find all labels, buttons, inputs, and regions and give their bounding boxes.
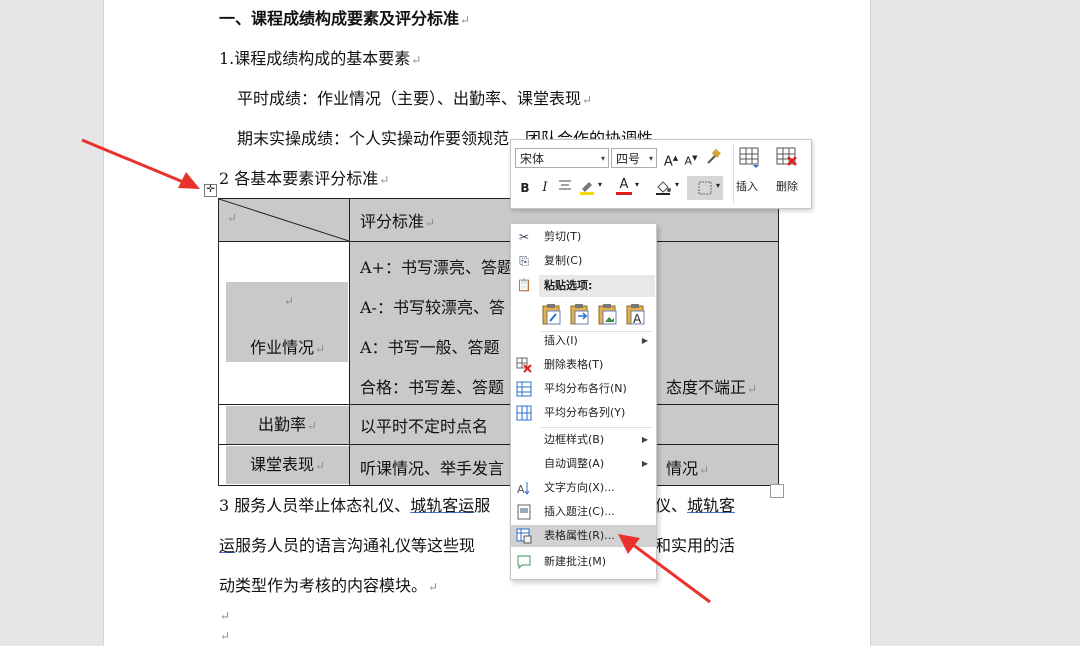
scissors-icon: ✂: [518, 230, 530, 244]
homework-para-mark: ↵: [284, 294, 295, 308]
paste-merge-format-icon[interactable]: [569, 302, 591, 326]
shrink-font-icon[interactable]: A▼: [681, 148, 701, 168]
center-align-icon[interactable]: [555, 178, 575, 198]
menu-item-autofit[interactable]: 自动调整(A) ▶: [511, 453, 656, 475]
menu-item-border-styles[interactable]: 边框样式(B) ▶: [511, 429, 656, 451]
svg-text:A: A: [517, 483, 525, 496]
section1-title: 1.课程成绩构成的基本要素↵: [219, 49, 422, 68]
clipboard-icon: 📋: [516, 278, 532, 292]
attendance-label-cell[interactable]: 出勤率↵: [218, 404, 350, 445]
homework-row-4-tail: 态度不端正↵: [666, 378, 758, 397]
highlight-color-icon[interactable]: [577, 178, 597, 198]
menu-item-insert-caption[interactable]: 插入题注(C)...: [511, 501, 656, 523]
homework-row-1: A+：书写漂亮、答题: [360, 258, 513, 277]
paste-text-only-icon[interactable]: A: [625, 302, 647, 326]
table-resize-handle[interactable]: [770, 484, 784, 498]
empty-para-1: ↵: [220, 609, 231, 623]
paste-picture-icon[interactable]: [597, 302, 619, 326]
font-color-dropdown-icon[interactable]: ▾: [635, 180, 639, 189]
doc-heading: 一、课程成绩构成要素及评分标准↵: [219, 9, 471, 28]
highlight-dropdown-icon[interactable]: ▾: [598, 180, 602, 189]
section1-line1: 平时成绩：作业情况（主要）、出勤率、课堂表现↵: [237, 89, 593, 108]
homework-row-3: A：书写一般、答题: [360, 338, 500, 357]
copy-icon: ⎘: [519, 254, 529, 268]
context-menu: ✂ 剪切(T) ⎘ 复制(C) 📋 粘贴选项: A 插入(I) ▶ 删除表格(T) 平…: [510, 223, 657, 580]
empty-para-2: ↵: [220, 629, 231, 643]
para3-line1-end: 仪、城轨客: [655, 496, 736, 515]
paste-options-header: 粘贴选项:: [539, 275, 655, 297]
format-painter-icon[interactable]: [703, 148, 723, 168]
homework-label: 作业情况↵: [250, 338, 326, 357]
para3-line1: 3 服务人员举止体态礼仪、城轨客运服: [219, 496, 491, 515]
homework-row-4: 合格：书写差、答题: [360, 378, 505, 397]
text-direction-icon: A: [516, 480, 532, 496]
para3-line2: 运服务人员的语言沟通礼仪等这些现: [219, 536, 476, 555]
svg-text:A: A: [633, 312, 642, 326]
cell-para-mark: ↵: [227, 211, 238, 225]
comment-icon: [516, 554, 532, 570]
font-size-dropdown[interactable]: 四号 ▾: [611, 148, 657, 168]
menu-item-cut[interactable]: ✂ 剪切(T): [511, 226, 656, 248]
grow-font-icon[interactable]: A▲: [661, 148, 681, 169]
menu-item-new-comment[interactable]: 新建批注(M): [511, 551, 656, 573]
menu-item-distribute-rows[interactable]: 平均分布各行(N): [511, 378, 656, 400]
distribute-rows-icon: [516, 381, 532, 397]
font-name-dropdown[interactable]: 宋体 ▾: [515, 148, 609, 168]
diagonal-line: [219, 199, 349, 241]
insert-label[interactable]: 插入: [733, 178, 761, 194]
shading-dropdown-icon[interactable]: ▾: [675, 180, 679, 189]
borders-icon[interactable]: ▾: [687, 176, 723, 200]
menu-item-insert[interactable]: 插入(I) ▶: [511, 330, 656, 352]
score-table[interactable]: ↵ 评分标准↵ ↵ 作业情况↵ A+：书写漂亮、答题 A-：书写较漂亮、答 A：…: [218, 198, 779, 486]
delete-table-icon[interactable]: [773, 145, 803, 171]
caption-icon: [516, 504, 532, 520]
homework-row-2: A-：书写较漂亮、答: [360, 298, 505, 317]
class-text: 听课情况、举手发言: [360, 459, 505, 478]
menu-item-delete-table[interactable]: 删除表格(T): [511, 354, 656, 376]
bold-button[interactable]: B: [515, 178, 535, 198]
table-move-handle[interactable]: ✛: [204, 184, 217, 197]
class-label: 课堂表现↵: [226, 446, 349, 484]
section2-title: 2 各基本要素评分标准↵: [219, 169, 390, 188]
mini-toolbar: 宋体 ▾ 四号 ▾ A▲ A▼ 插入 删除 B I ▾ A ▾ ▾ ▾: [510, 139, 812, 209]
homework-label-shade: ↵ 作业情况↵: [226, 282, 348, 362]
delete-table-icon: [516, 357, 532, 373]
table-diagonal-cell[interactable]: ↵: [218, 198, 350, 242]
attendance-label: 出勤率↵: [226, 405, 349, 444]
para3-line2-end: 和实用的活: [655, 536, 736, 555]
menu-item-copy[interactable]: ⎘ 复制(C): [511, 250, 656, 272]
class-text-tail: 情况↵: [666, 459, 710, 478]
menu-item-text-direction[interactable]: A 文字方向(X)...: [511, 477, 656, 499]
class-label-cell[interactable]: 课堂表现↵: [218, 444, 350, 486]
menu-item-table-properties[interactable]: 表格属性(R)...: [511, 525, 656, 547]
table-properties-icon: [516, 528, 532, 544]
paste-keep-format-icon[interactable]: [541, 302, 563, 326]
menu-item-distribute-cols[interactable]: 平均分布各列(Y): [511, 402, 656, 424]
homework-label-cell[interactable]: ↵ 作业情况↵: [218, 241, 350, 405]
delete-label[interactable]: 删除: [773, 178, 801, 194]
shading-icon[interactable]: [653, 178, 673, 198]
distribute-cols-icon: [516, 405, 532, 421]
insert-table-icon[interactable]: [736, 145, 764, 171]
italic-button[interactable]: I: [535, 178, 555, 198]
para3-line3: 动类型作为考核的内容模块。↵: [219, 576, 439, 595]
font-color-icon[interactable]: A: [614, 178, 634, 198]
